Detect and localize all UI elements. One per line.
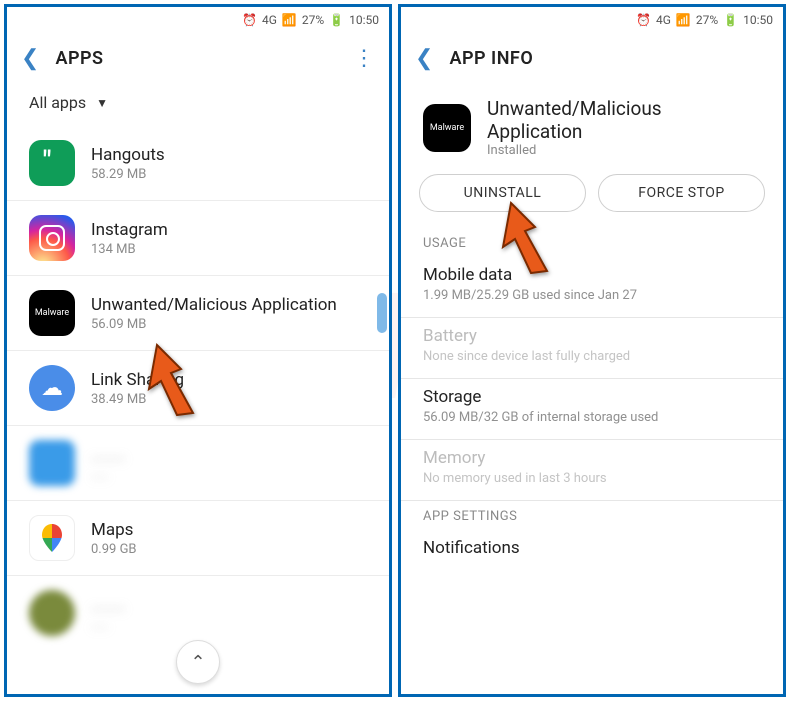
link-sharing-icon: ☁ xyxy=(29,365,75,411)
force-stop-button[interactable]: FORCE STOP xyxy=(598,174,765,212)
storage-row[interactable]: Storage 56.09 MB/32 GB of internal stora… xyxy=(401,379,783,440)
apps-screen: ⏰ 4G 📶 27% 🔋 10:50 ❮ APPS ⋮ All apps ▼ H… xyxy=(4,4,392,697)
app-size: …… xyxy=(91,467,125,482)
filter-label: All apps xyxy=(29,93,86,112)
row-title: Memory xyxy=(423,448,761,468)
back-icon[interactable]: ❮ xyxy=(415,46,433,71)
page-title: APPS xyxy=(55,48,337,69)
row-value: 56.09 MB/32 GB of internal storage used xyxy=(423,410,761,425)
blurred-app-icon xyxy=(29,440,75,486)
section-label-usage: USAGE xyxy=(401,228,783,257)
app-size: …… xyxy=(91,617,125,632)
list-item[interactable]: Malware Unwanted/Malicious Application 5… xyxy=(7,276,389,351)
action-buttons: UNINSTALL FORCE STOP xyxy=(401,168,783,228)
row-value: No memory used in last 3 hours xyxy=(423,471,761,486)
signal-icon: 📶 xyxy=(282,13,297,27)
malware-icon: Malware xyxy=(29,290,75,336)
scroll-to-top-button[interactable]: ⌃ xyxy=(176,640,220,684)
app-name: Link Sharing xyxy=(91,370,184,390)
app-name: Hangouts xyxy=(91,145,165,165)
app-name: Unwanted/Malicious Application xyxy=(487,97,761,143)
status-bar: ⏰ 4G 📶 27% 🔋 10:50 xyxy=(7,7,389,33)
app-size: 38.49 MB xyxy=(91,392,184,407)
header: ❮ APPS ⋮ xyxy=(7,33,389,83)
row-title: Battery xyxy=(423,326,761,346)
app-size: 0.99 GB xyxy=(91,542,137,557)
page-title: APP INFO xyxy=(449,48,769,69)
signal-icon: 📶 xyxy=(676,13,691,27)
list-item[interactable]: ……… …… xyxy=(7,426,389,501)
back-icon[interactable]: ❮ xyxy=(21,46,39,71)
notifications-row[interactable]: Notifications xyxy=(401,530,783,565)
status-bar: ⏰ 4G 📶 27% 🔋 10:50 xyxy=(401,7,783,33)
hangouts-icon xyxy=(29,140,75,186)
app-list: Hangouts 58.29 MB Instagram 134 MB Malwa… xyxy=(7,126,389,650)
chevron-up-icon: ⌃ xyxy=(190,652,205,673)
app-size: 134 MB xyxy=(91,242,168,257)
mobile-data-row[interactable]: Mobile data 1.99 MB/25.29 GB used since … xyxy=(401,257,783,318)
row-value: 1.99 MB/25.29 GB used since Jan 27 xyxy=(423,288,761,303)
battery-pct: 27% xyxy=(302,13,324,27)
list-item[interactable]: ☁ Link Sharing 38.49 MB xyxy=(7,351,389,426)
clock: 10:50 xyxy=(743,13,773,27)
alarm-icon: ⏰ xyxy=(636,13,651,27)
more-icon[interactable]: ⋮ xyxy=(353,46,375,71)
app-name: Maps xyxy=(91,520,137,540)
row-value: None since device last fully charged xyxy=(423,349,761,364)
header: ❮ APP INFO xyxy=(401,33,783,83)
battery-row: Battery None since device last fully cha… xyxy=(401,318,783,379)
row-title: Mobile data xyxy=(423,265,761,285)
malware-icon: Malware xyxy=(423,104,471,152)
chevron-down-icon: ▼ xyxy=(96,96,108,110)
maps-icon xyxy=(29,515,75,561)
list-item[interactable]: Maps 0.99 GB xyxy=(7,501,389,576)
app-name: Instagram xyxy=(91,220,168,240)
network-label: 4G xyxy=(656,13,671,27)
instagram-icon xyxy=(29,215,75,261)
list-item[interactable]: Instagram 134 MB xyxy=(7,201,389,276)
alarm-icon: ⏰ xyxy=(242,13,257,27)
battery-pct: 27% xyxy=(696,13,718,27)
list-item[interactable]: ……… …… xyxy=(7,576,389,650)
app-info-screen: ⏰ 4G 📶 27% 🔋 10:50 ❮ APP INFO Malware Un… xyxy=(398,4,786,697)
scroll-thumb[interactable] xyxy=(377,293,387,333)
app-size: 56.09 MB xyxy=(91,317,337,332)
app-name: Unwanted/Malicious Application xyxy=(91,295,337,315)
app-size: 58.29 MB xyxy=(91,167,165,182)
battery-icon: 🔋 xyxy=(723,13,738,27)
memory-row: Memory No memory used in last 3 hours xyxy=(401,440,783,501)
app-status: Installed xyxy=(487,143,761,158)
row-title: Storage xyxy=(423,387,761,407)
row-title: Notifications xyxy=(423,538,761,558)
uninstall-button[interactable]: UNINSTALL xyxy=(419,174,586,212)
filter-dropdown[interactable]: All apps ▼ xyxy=(7,83,389,126)
network-label: 4G xyxy=(262,13,277,27)
battery-icon: 🔋 xyxy=(329,13,344,27)
section-label-settings: APP SETTINGS xyxy=(401,501,783,530)
blurred-app-icon xyxy=(29,590,75,636)
app-header: Malware Unwanted/Malicious Application I… xyxy=(401,83,783,168)
clock: 10:50 xyxy=(349,13,379,27)
app-name: ……… xyxy=(91,595,125,615)
list-item[interactable]: Hangouts 58.29 MB xyxy=(7,126,389,201)
app-name: ……… xyxy=(91,445,125,465)
